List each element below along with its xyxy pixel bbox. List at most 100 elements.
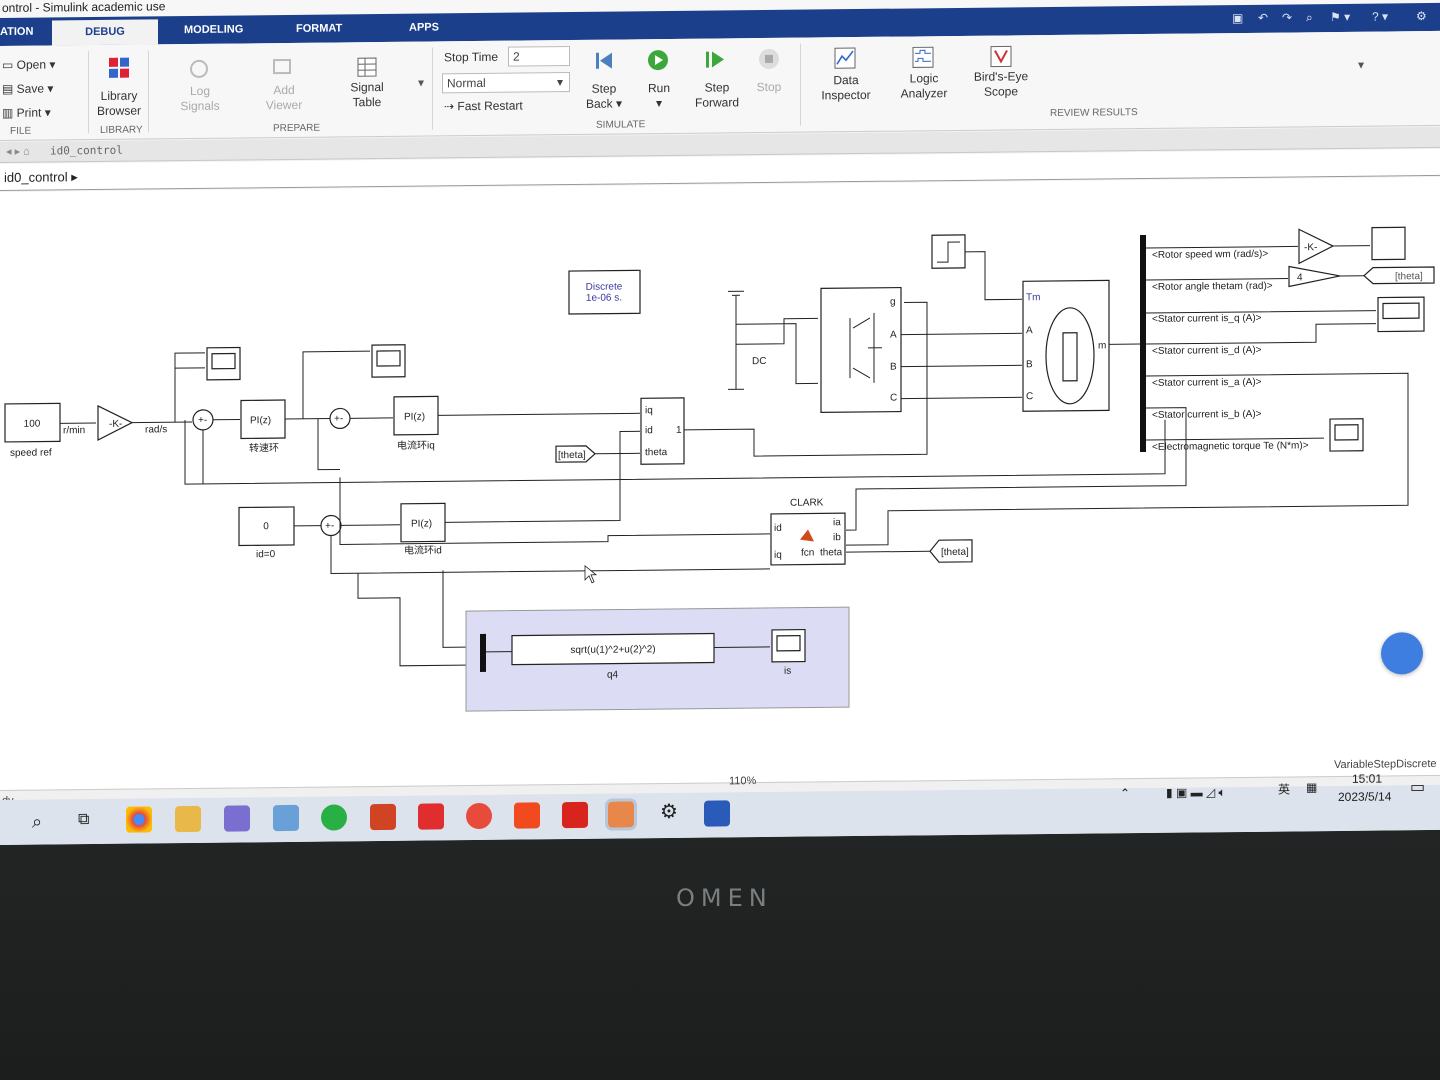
section-file: FILE [10, 125, 32, 137]
signal-line [714, 646, 770, 649]
clark-fcn-block[interactable]: ia ib theta id iq fcn [770, 512, 846, 566]
svg-text:theta: theta [820, 547, 843, 558]
stop-time-input[interactable]: 2 [508, 46, 570, 67]
theta-from-tag-clark[interactable]: [theta] [929, 539, 973, 563]
acrobat-icon[interactable] [562, 801, 588, 829]
pi-speed-block[interactable]: PI(z) [240, 399, 286, 440]
redo-icon[interactable]: ↷ [1282, 10, 1292, 24]
tray-expand-icon[interactable]: ⌃ [1120, 786, 1130, 800]
app-icon[interactable] [273, 804, 299, 832]
clock-date[interactable]: 2023/5/14 [1338, 789, 1391, 804]
speed-out-gain[interactable]: -K- [1298, 228, 1335, 265]
ime-icon[interactable]: ▦ [1306, 780, 1317, 794]
svg-text:<Rotor speed wm (rad/s)>: <Rotor speed wm (rad/s)> [1152, 249, 1268, 261]
run-button[interactable]: Run ▾ [640, 81, 678, 111]
chrome-icon[interactable] [126, 806, 152, 833]
scope-icon [776, 635, 801, 652]
model-canvas[interactable]: Discrete 1e-06 s. 100 speed ref r/min -K… [0, 176, 1440, 790]
speed-gain-block[interactable]: -K- [97, 405, 134, 441]
save-button[interactable]: ▤ Save ▾ [2, 81, 53, 96]
fast-restart-toggle[interactable]: ⇢ Fast Restart [444, 99, 523, 114]
quick-save-icon[interactable]: ▣ [1232, 11, 1243, 25]
tab-apps[interactable]: APPS [409, 21, 439, 33]
notifications-icon[interactable]: ▭ [1410, 777, 1425, 797]
matlab-icon[interactable] [605, 798, 637, 831]
tab-format[interactable]: FORMAT [296, 22, 342, 34]
svg-text:PI(z): PI(z) [404, 412, 425, 423]
pdf-reader-icon[interactable] [418, 803, 444, 830]
birds-eye-scope-button[interactable]: Bird's-Eye Scope [970, 69, 1032, 100]
mux-block[interactable] [480, 633, 486, 672]
undo-icon[interactable]: ↶ [1258, 11, 1268, 25]
print-button[interactable]: ▥ Print ▾ [2, 105, 51, 120]
community-icon[interactable]: ⚑ ▾ [1330, 10, 1350, 24]
speed-out-scope[interactable] [1371, 226, 1406, 261]
task-view-icon[interactable]: ⧉ [78, 811, 89, 829]
theta-from-tag[interactable]: [theta] [555, 445, 596, 463]
step-forward-button[interactable]: Step Forward [692, 80, 742, 111]
pi-iq-block[interactable]: PI(z) [393, 395, 439, 436]
search-icon[interactable]: ⌕ [32, 812, 42, 833]
stop-button[interactable]: Stop [752, 80, 786, 95]
svg-text:<Stator current is_d (A)>: <Stator current is_d (A)> [1152, 345, 1262, 357]
signal-line [965, 251, 1022, 301]
pi-id-block[interactable]: PI(z) [400, 502, 446, 543]
tab-simulation[interactable]: ATION [0, 26, 33, 38]
netease-icon[interactable] [466, 802, 492, 830]
model-tab[interactable]: id0_control [50, 144, 123, 158]
photos-icon[interactable] [224, 805, 250, 832]
prepare-expand-icon[interactable]: ▾ [418, 76, 424, 90]
svg-text:100: 100 [24, 419, 41, 430]
signal-line [341, 524, 400, 526]
tab-debug[interactable]: DEBUG [52, 19, 158, 46]
wechat-icon[interactable] [321, 804, 347, 831]
tray-icons[interactable]: ▮ ▣ ▬ ◿ 🔈︎ [1166, 785, 1226, 801]
step-back-icon [596, 52, 612, 69]
powergui-block[interactable]: Discrete 1e-06 s. [568, 269, 641, 315]
step-back-button[interactable]: Step Back ▾ [584, 81, 624, 111]
open-button[interactable]: ▭ Open ▾ [2, 57, 55, 72]
input-language[interactable]: 英 [1278, 780, 1290, 797]
word-icon[interactable] [704, 800, 730, 827]
log-signals-button[interactable]: Log Signals [176, 84, 224, 115]
svg-text:-K-: -K- [1304, 242, 1317, 253]
svg-text:1: 1 [676, 425, 682, 436]
nav-arrows-icon[interactable]: ◂ ▸ ⌂ [6, 145, 30, 158]
phase-lines [901, 332, 1022, 400]
clock-time[interactable]: 15:01 [1352, 772, 1382, 786]
data-inspector-button[interactable]: Data Inspector [818, 73, 874, 104]
tab-modeling[interactable]: MODELING [184, 23, 243, 36]
zoom-level[interactable]: 110% [729, 775, 756, 787]
settings-icon[interactable]: ⚙ [660, 799, 678, 824]
inverse-park-block[interactable]: iq id theta 1 [640, 397, 685, 465]
speed-ref-constant[interactable]: 100 [4, 402, 61, 443]
settings-icon[interactable]: ⚙ [1416, 9, 1427, 23]
xmind-icon[interactable] [514, 802, 540, 829]
library-browser-button[interactable]: Library Browser [96, 89, 142, 119]
inverter-bridge-block[interactable]: g A B C [820, 286, 902, 414]
pi-id-caption: 电流环id [404, 543, 442, 556]
svg-text:<Rotor angle thetam (rad)>: <Rotor angle thetam (rad)> [1152, 281, 1273, 293]
scope-icon [1382, 302, 1420, 320]
floating-assistant-button[interactable] [1381, 632, 1423, 675]
torque-step-block[interactable] [931, 234, 966, 269]
add-viewer-button[interactable]: Add Viewer [262, 83, 306, 113]
angle-gain-block[interactable]: 4 [1288, 265, 1341, 288]
ribbon-expand-icon[interactable]: ▾ [1358, 58, 1364, 72]
logic-analyzer-button[interactable]: Logic Analyzer [896, 71, 952, 102]
powerpoint-icon[interactable] [370, 803, 396, 831]
bus-selector[interactable] [1140, 234, 1146, 453]
pmsm-motor-block[interactable]: Tm m A B C [1022, 279, 1110, 412]
breadcrumb[interactable]: id0_control ▸ [4, 169, 78, 186]
dc-source-block[interactable] [728, 290, 744, 390]
id-ref-constant[interactable]: 0 [238, 506, 295, 547]
help-icon[interactable]: ? ▾ [1372, 9, 1388, 23]
signal-table-button[interactable]: Signal Table [344, 80, 390, 110]
theta-goto-tag[interactable]: [theta] [1363, 266, 1435, 285]
search-icon[interactable]: ⌕ [1306, 10, 1313, 25]
magnitude-fcn-block[interactable]: sqrt(u(1)^2+u(2)^2) [511, 632, 715, 666]
simulation-mode-select[interactable]: Normal ▾ [442, 72, 570, 94]
file-explorer-icon[interactable] [175, 805, 201, 833]
solver-name[interactable]: VariableStepDiscrete [1334, 758, 1437, 771]
svg-text:ia: ia [833, 517, 841, 528]
